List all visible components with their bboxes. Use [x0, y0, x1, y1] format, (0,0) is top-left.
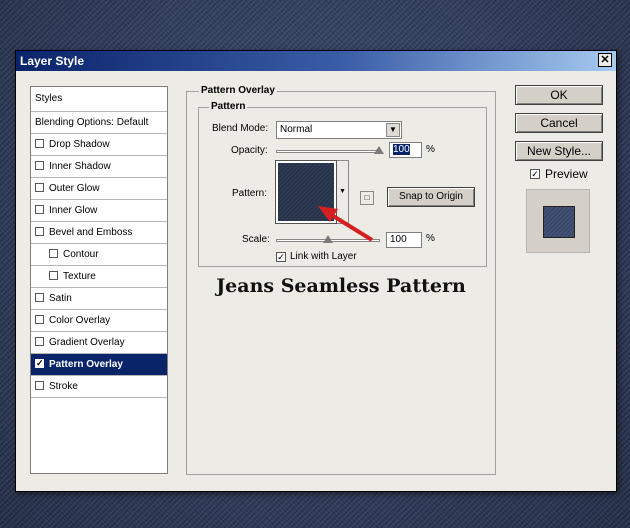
- arrow-head: [318, 206, 338, 222]
- red-arrow-annotation: [318, 206, 374, 242]
- arrow-shaft: [328, 212, 374, 242]
